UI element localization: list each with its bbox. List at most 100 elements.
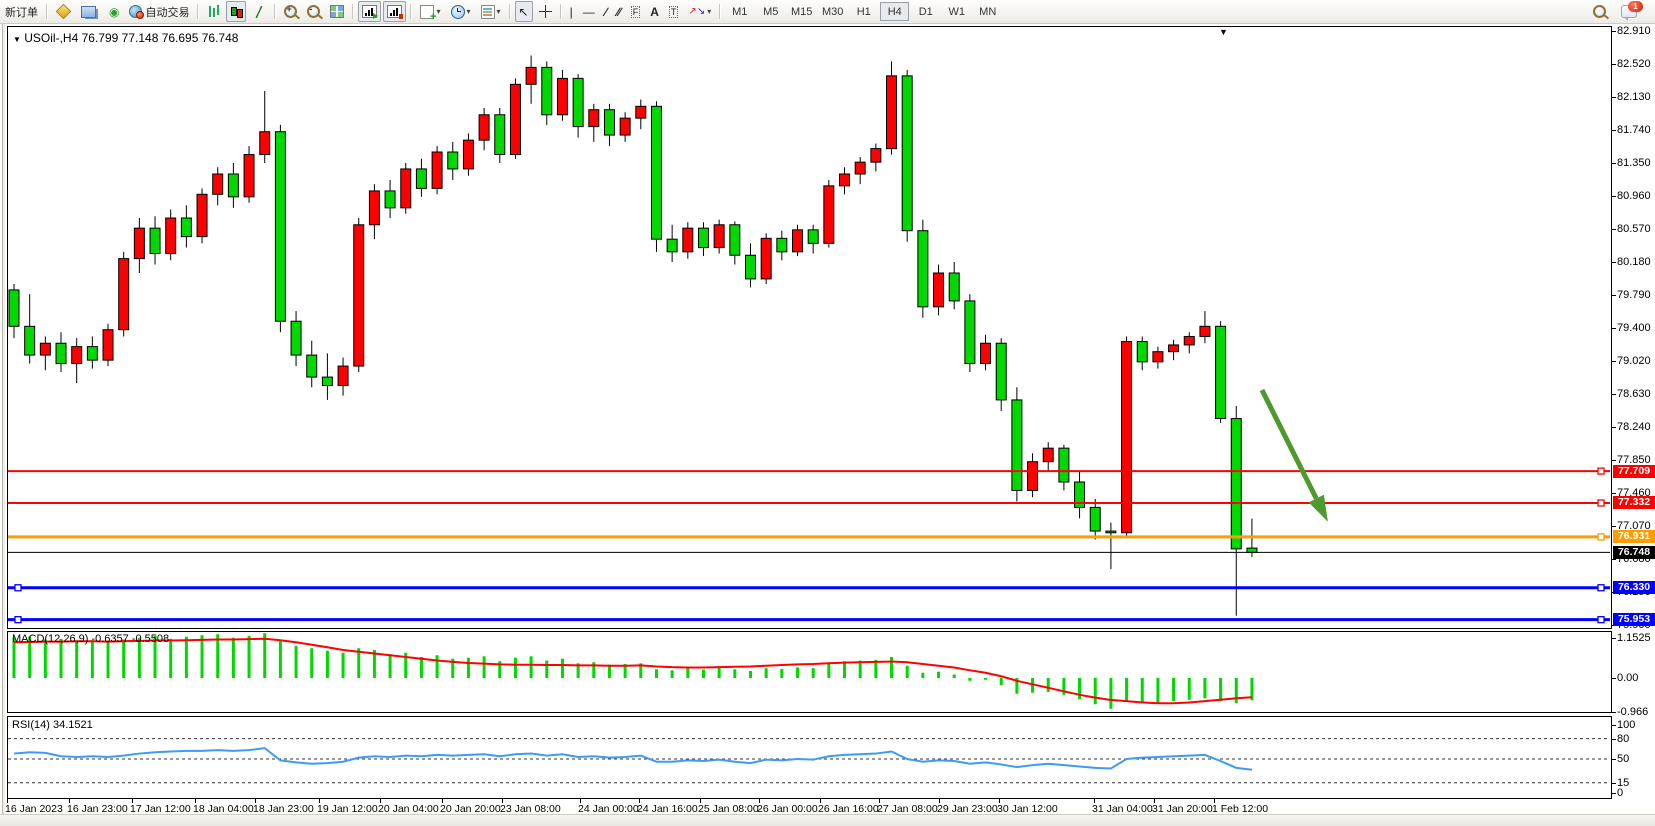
price-axis-tick: 82.520 <box>1617 58 1651 70</box>
text-tool-button[interactable]: A <box>646 1 663 22</box>
timeframe-button-H1[interactable]: H1 <box>849 2 878 21</box>
chart-shift-button[interactable] <box>383 1 406 22</box>
monitors-icon <box>81 6 96 18</box>
toolbar-separator <box>509 4 511 19</box>
line-handle[interactable] <box>1598 585 1604 591</box>
macd-canvas <box>8 632 1611 712</box>
open-charts-button[interactable] <box>77 1 103 22</box>
timeframe-button-M15[interactable]: M15 <box>787 2 816 21</box>
line-handle[interactable] <box>1598 534 1604 540</box>
dropdown-arrow-icon: ▾ <box>436 7 440 16</box>
bar-chart-mode-button[interactable] <box>203 1 224 22</box>
equidistant-channel-icon: ∕∕ <box>617 6 621 18</box>
timeframe-button-H4[interactable]: H4 <box>880 2 909 21</box>
line-handle[interactable] <box>15 617 21 623</box>
vertical-line-tool-button[interactable]: | <box>566 1 577 22</box>
indicators-icon <box>420 5 434 19</box>
price-axis-tick: 82.910 <box>1617 25 1651 37</box>
horizontal-line[interactable] <box>8 617 1610 623</box>
mql-market-button[interactable] <box>52 1 75 22</box>
price-axis-tick: 82.130 <box>1617 91 1651 103</box>
horizontal-line-tool-button[interactable]: — <box>579 1 599 22</box>
fibonacci-tool-button[interactable]: F <box>627 1 645 22</box>
macd-histogram <box>13 633 1254 709</box>
price-axis-tick: 81.350 <box>1617 157 1651 169</box>
timeframe-button-D1[interactable]: D1 <box>911 2 940 21</box>
rsi-axis-tick: 80 <box>1617 733 1629 745</box>
collapse-triangle-icon[interactable]: ▼ <box>13 35 21 44</box>
chart-shift-icon <box>387 5 402 18</box>
price-axis-tick: 79.020 <box>1617 355 1651 367</box>
price-axis-tick: 79.400 <box>1617 322 1651 334</box>
cursor-icon: ↖ <box>519 6 529 18</box>
timeframe-button-M5[interactable]: M5 <box>756 2 785 21</box>
fibonacci-icon: F <box>631 6 641 18</box>
timeframe-button-group: M1M5M15M30H1H4D1W1MN <box>724 2 1003 21</box>
timeframe-button-M30[interactable]: M30 <box>818 2 847 21</box>
crosshair-tool-button[interactable] <box>535 1 556 22</box>
trendline-icon: ∕ <box>605 6 607 18</box>
macd-axis-tick: 0.00 <box>1617 672 1638 684</box>
zoom-out-button[interactable]: - <box>303 1 324 22</box>
line-handle[interactable] <box>1598 500 1604 506</box>
new-order-label: 新订单 <box>5 4 38 20</box>
auto-scroll-icon <box>362 5 377 18</box>
dropdown-arrow-icon: ▾ <box>707 7 711 16</box>
timeframe-button-MN[interactable]: MN <box>973 2 1002 21</box>
current-price-badge: 76.748 <box>1613 546 1655 559</box>
horizontal-line[interactable] <box>8 534 1610 540</box>
signals-button[interactable]: ◉ <box>105 1 123 22</box>
rsi-label: RSI(14) 34.1521 <box>12 719 93 731</box>
indicators-button[interactable]: ▾ <box>416 1 444 22</box>
crosshair-icon <box>539 5 552 18</box>
line-handle[interactable] <box>15 585 21 591</box>
line-chart-mode-button[interactable] <box>248 1 270 22</box>
timeframe-button-M1[interactable]: M1 <box>725 2 754 21</box>
chart-title: ▼ USOil-,H4 76.799 77.148 76.695 76.748 <box>13 31 238 45</box>
auto-scroll-button[interactable] <box>358 1 381 22</box>
arrow-up-icon: ↗ <box>688 7 696 17</box>
bar-chart-icon <box>207 5 220 18</box>
clock-icon <box>451 5 465 19</box>
templates-button[interactable]: ▾ <box>477 1 505 22</box>
toolbar-separator <box>410 4 412 19</box>
search-icon <box>1593 5 1606 18</box>
macd-signal-line <box>14 639 1252 703</box>
rsi-canvas <box>8 717 1611 798</box>
hline-price-badge: 77.709 <box>1613 465 1655 478</box>
macd-label: MACD(12,26,9) -0.6357 -0.5508 <box>12 633 169 645</box>
toolbar-separator <box>719 4 721 19</box>
notification-count-badge: 1 <box>1628 1 1643 12</box>
chat-bubble-icon: 1 <box>1621 5 1637 18</box>
chart-shift-marker-icon[interactable]: ▼ <box>1219 28 1228 37</box>
toolbar-separator <box>352 4 354 19</box>
horizontal-line[interactable] <box>8 585 1610 591</box>
auto-trading-button[interactable]: 自动交易 <box>125 1 193 22</box>
rsi-axis-tick: 50 <box>1617 753 1629 765</box>
periods-button[interactable]: ▾ <box>447 1 475 22</box>
line-handle[interactable] <box>1598 617 1604 623</box>
candlestick-icon <box>230 5 242 18</box>
candles-layer <box>9 56 1257 616</box>
search-button[interactable] <box>1589 1 1610 22</box>
cursor-tool-button[interactable]: ↖ <box>515 1 533 22</box>
status-bar <box>0 814 1655 826</box>
channel-tool-button[interactable]: ∕∕ <box>613 1 625 22</box>
globe-icon <box>129 5 142 18</box>
horizontal-line[interactable] <box>8 500 1610 506</box>
zoom-in-button[interactable]: + <box>280 1 301 22</box>
new-order-button[interactable]: 新订单 <box>1 1 42 22</box>
candlestick-mode-button[interactable] <box>226 1 246 22</box>
chart-ohlc-values: 76.799 77.148 76.695 76.748 <box>82 31 239 45</box>
arrows-tool-button[interactable]: ↗ ↘ ▾ <box>684 1 715 22</box>
timeframe-button-W1[interactable]: W1 <box>942 2 971 21</box>
dropdown-arrow-icon: ▾ <box>497 7 501 16</box>
dropdown-arrow-icon: ▾ <box>467 7 471 16</box>
price-axis-tick: 80.570 <box>1617 223 1651 235</box>
notifications-button[interactable]: 1 <box>1617 1 1641 22</box>
trendline-tool-button[interactable]: ∕ <box>601 1 611 22</box>
line-handle[interactable] <box>1598 468 1604 474</box>
tile-windows-button[interactable] <box>326 1 348 22</box>
horizontal-line[interactable] <box>8 468 1610 474</box>
text-label-tool-button[interactable]: T <box>665 1 683 22</box>
